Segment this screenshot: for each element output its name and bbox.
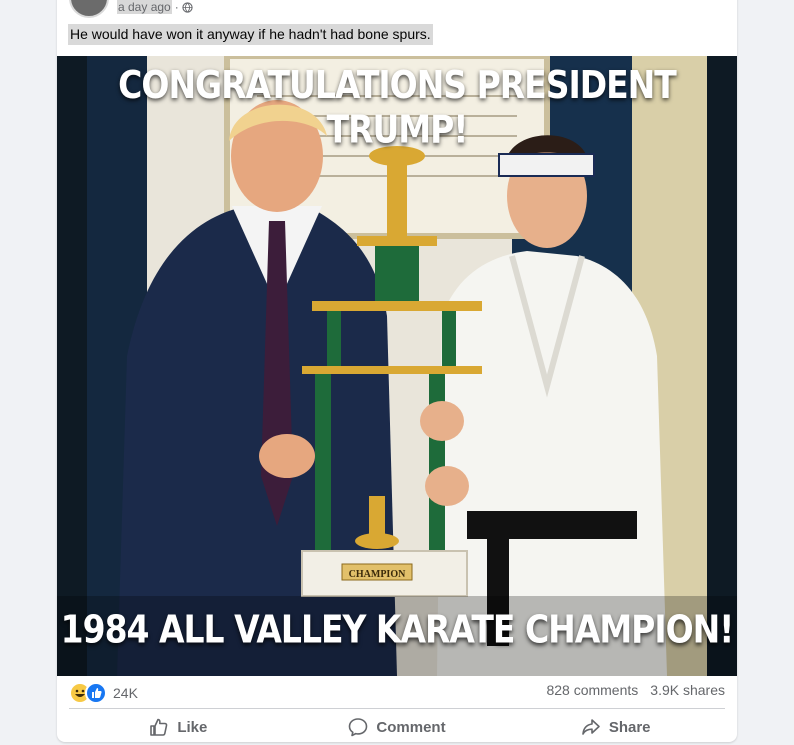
comment-icon — [349, 718, 368, 737]
comment-label: Comment — [376, 718, 446, 736]
thumbs-up-icon — [150, 718, 168, 736]
trophy-plaque-text: CHAMPION — [349, 569, 406, 580]
image-caption-top: CONGRATULATIONS PRESIDENT TRUMP! — [118, 62, 677, 152]
reaction-summary[interactable]: 24K — [69, 682, 138, 704]
author-avatar[interactable] — [69, 0, 109, 18]
post-card: a day ago · He would have won it anyway … — [57, 0, 737, 742]
like-reaction-icon — [85, 682, 107, 704]
like-label: Like — [177, 718, 208, 736]
like-button[interactable]: Like — [69, 712, 288, 742]
stats-divider — [69, 708, 725, 709]
share-button[interactable]: Share — [506, 712, 725, 742]
post-actions: Like Comment Share — [69, 712, 725, 742]
comment-button[interactable]: Comment — [288, 712, 507, 742]
post-image[interactable]: CHAMPION CONGRATULATIONS PRESIDENT TRUMP… — [57, 56, 737, 676]
meta-separator: · — [174, 0, 179, 14]
post-timestamp[interactable]: a day ago — [117, 0, 172, 14]
post-stats: 24K 828 comments 3.9K shares — [69, 682, 725, 704]
post-meta: a day ago · — [117, 0, 193, 14]
reaction-count: 24K — [113, 685, 138, 701]
close-icon[interactable] — [699, 0, 719, 2]
share-count[interactable]: 3.9K shares — [650, 682, 725, 698]
share-label: Share — [608, 718, 651, 736]
engagement-counts: 828 comments 3.9K shares — [546, 682, 725, 698]
image-caption-bottom: 1984 ALL VALLEY KARATE CHAMPION! — [60, 607, 735, 652]
globe-icon — [182, 1, 193, 13]
share-icon — [582, 719, 600, 735]
post-text: He would have won it anyway if he hadn't… — [68, 24, 433, 45]
comment-count[interactable]: 828 comments — [546, 682, 638, 698]
